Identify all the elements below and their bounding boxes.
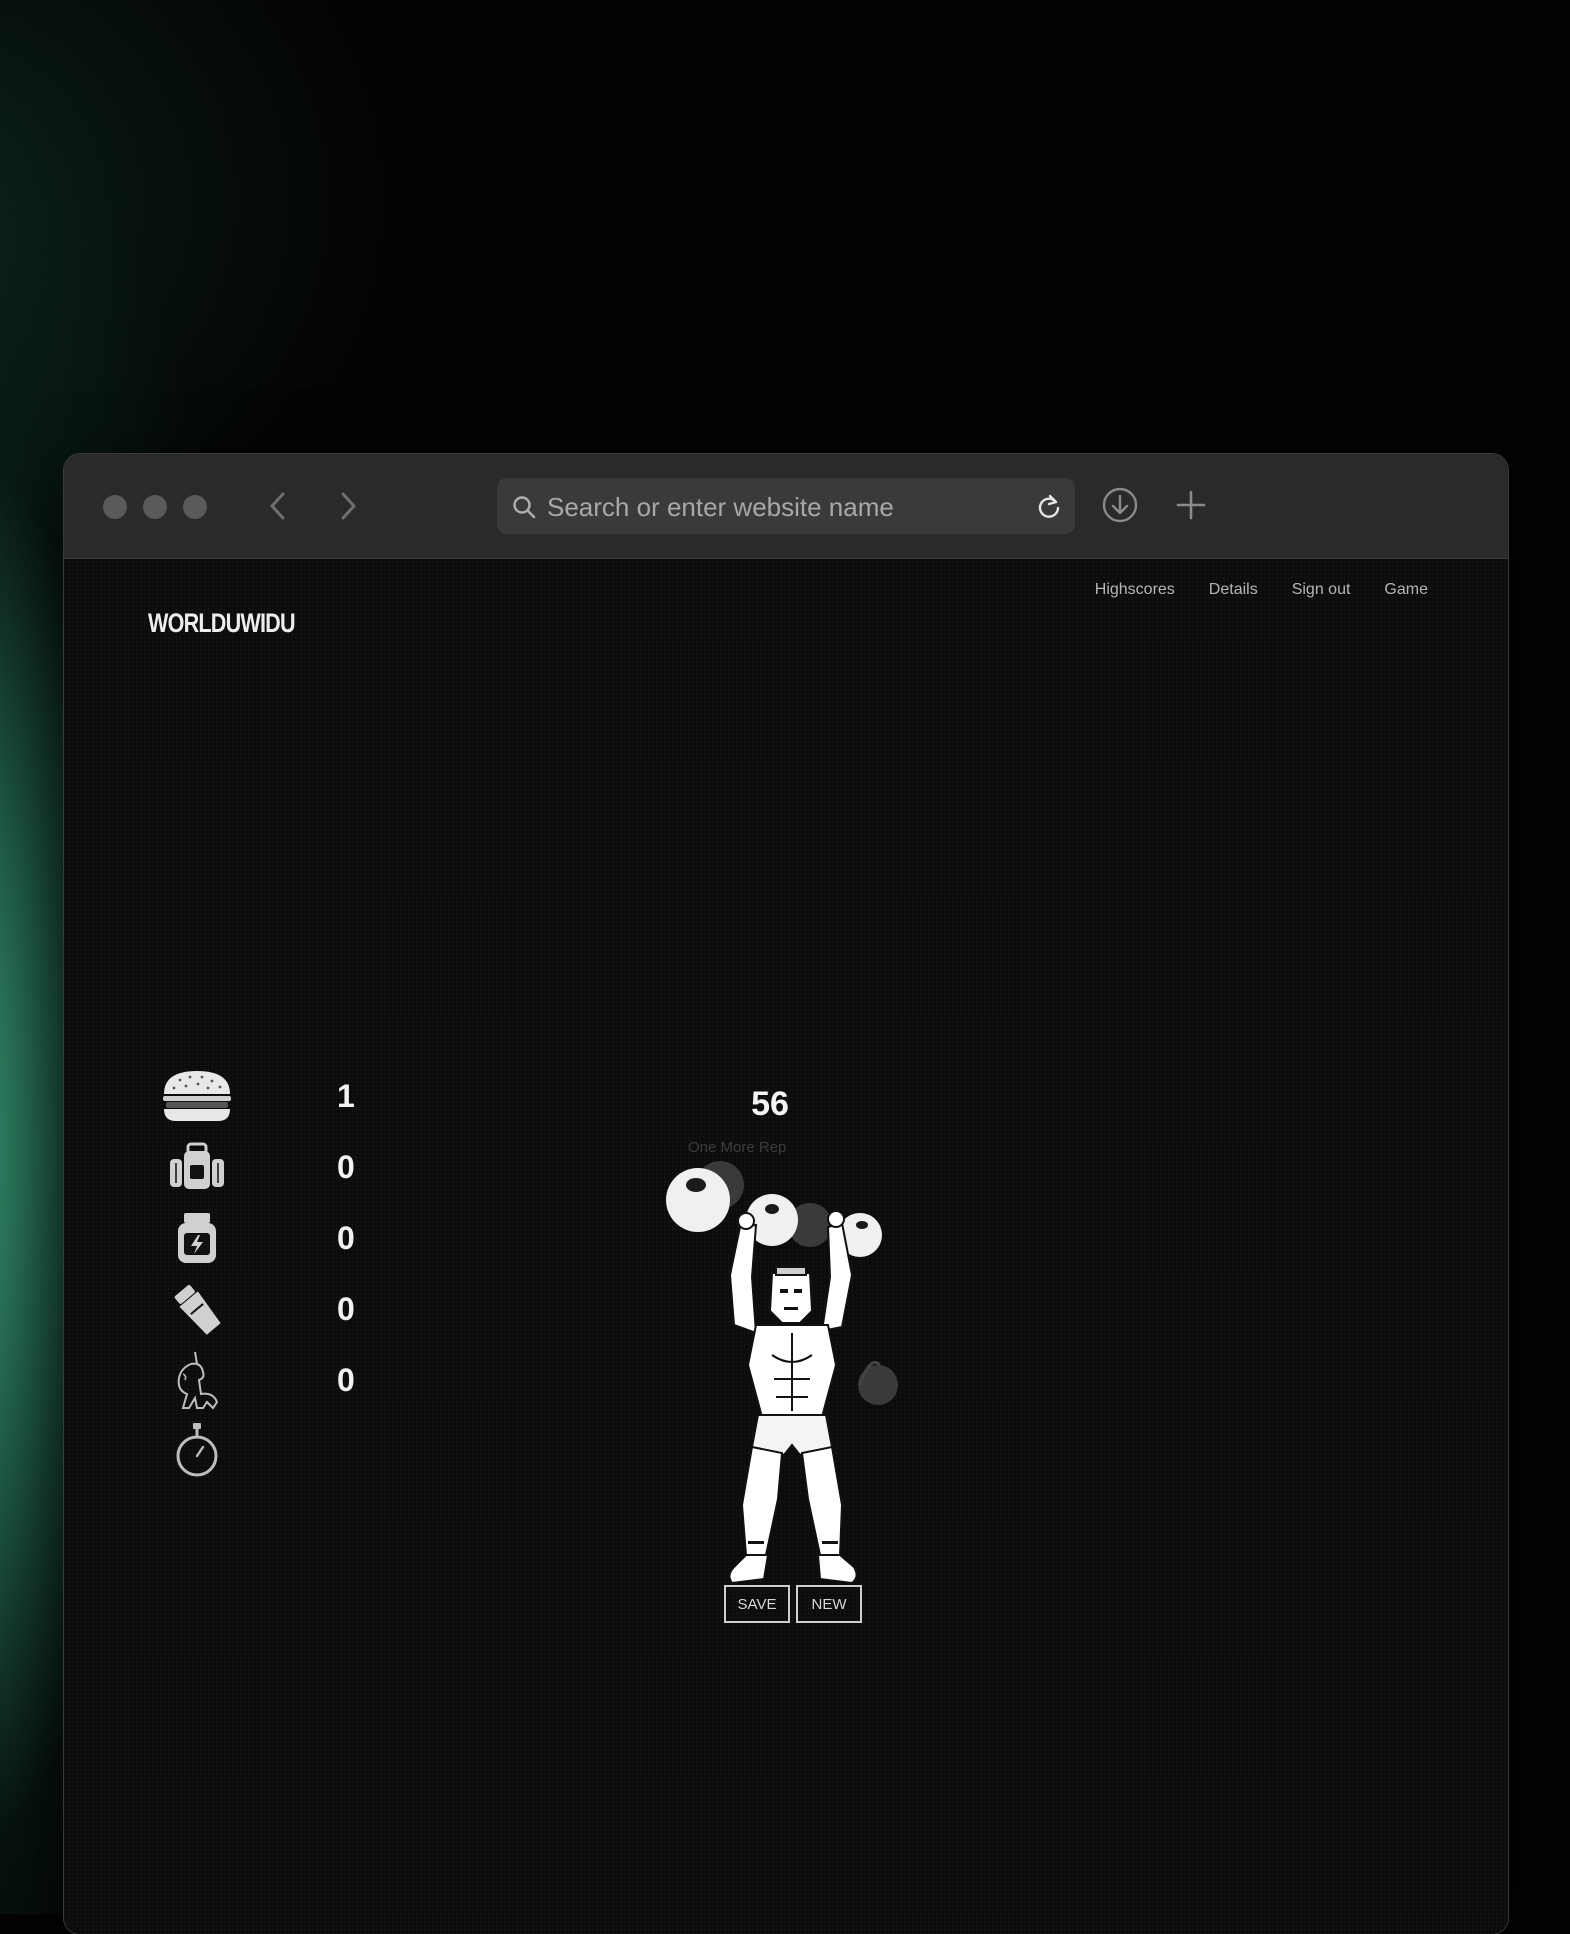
burger-icon	[159, 1064, 235, 1128]
zoom-window-button[interactable]	[183, 495, 207, 519]
nav-details-link[interactable]: Details	[1209, 581, 1258, 599]
nav-game-link[interactable]: Game	[1384, 581, 1428, 599]
forward-arrow-icon	[341, 492, 356, 520]
backpack-icon	[159, 1135, 235, 1199]
main-nav: Highscores Details Sign out Game	[1095, 581, 1428, 599]
back-button[interactable]	[260, 488, 296, 524]
score-counter: 56	[751, 1085, 789, 1123]
hint-text: One More Rep	[688, 1139, 787, 1156]
browser-toolbar	[64, 454, 1508, 559]
stat-jar-value: 0	[337, 1220, 355, 1256]
stat-timer-row	[159, 1419, 399, 1483]
stopwatch-icon	[159, 1419, 235, 1483]
address-bar[interactable]	[497, 478, 1075, 536]
stat-backpack-value: 0	[337, 1149, 355, 1185]
close-window-button[interactable]	[103, 495, 127, 519]
stat-burger-value: 1	[337, 1078, 355, 1114]
stat-unicorn-value: 0	[337, 1362, 355, 1398]
save-button[interactable]: SAVE	[724, 1585, 790, 1623]
minimize-window-button[interactable]	[143, 495, 167, 519]
stat-unicorn-row: 0	[159, 1348, 399, 1412]
weightlifter-figure[interactable]	[660, 1155, 920, 1595]
stat-shaker-row: 0	[159, 1277, 399, 1341]
nav-highscores-link[interactable]: Highscores	[1095, 581, 1175, 599]
forward-button[interactable]	[330, 488, 366, 524]
stat-burger-row: 1	[159, 1064, 399, 1128]
nav-sign-out-link[interactable]: Sign out	[1292, 581, 1351, 599]
shaker-bottle-icon	[159, 1277, 235, 1341]
supplement-jar-icon	[159, 1206, 235, 1270]
site-logo[interactable]: WORLDUWIDU	[146, 575, 326, 665]
reload-icon[interactable]	[1035, 493, 1063, 521]
new-button[interactable]: NEW	[796, 1585, 862, 1623]
stat-jar-row: 0	[159, 1206, 399, 1270]
stat-backpack-row: 0	[159, 1135, 399, 1199]
download-icon[interactable]	[1101, 486, 1139, 524]
back-arrow-icon	[270, 492, 285, 520]
unicorn-icon	[159, 1348, 235, 1412]
search-icon	[513, 496, 536, 519]
logo-text: WORLDUWIDU	[148, 607, 296, 638]
address-input[interactable]	[545, 478, 1019, 536]
new-tab-icon[interactable]	[1175, 489, 1207, 521]
stat-shaker-value: 0	[337, 1291, 355, 1327]
